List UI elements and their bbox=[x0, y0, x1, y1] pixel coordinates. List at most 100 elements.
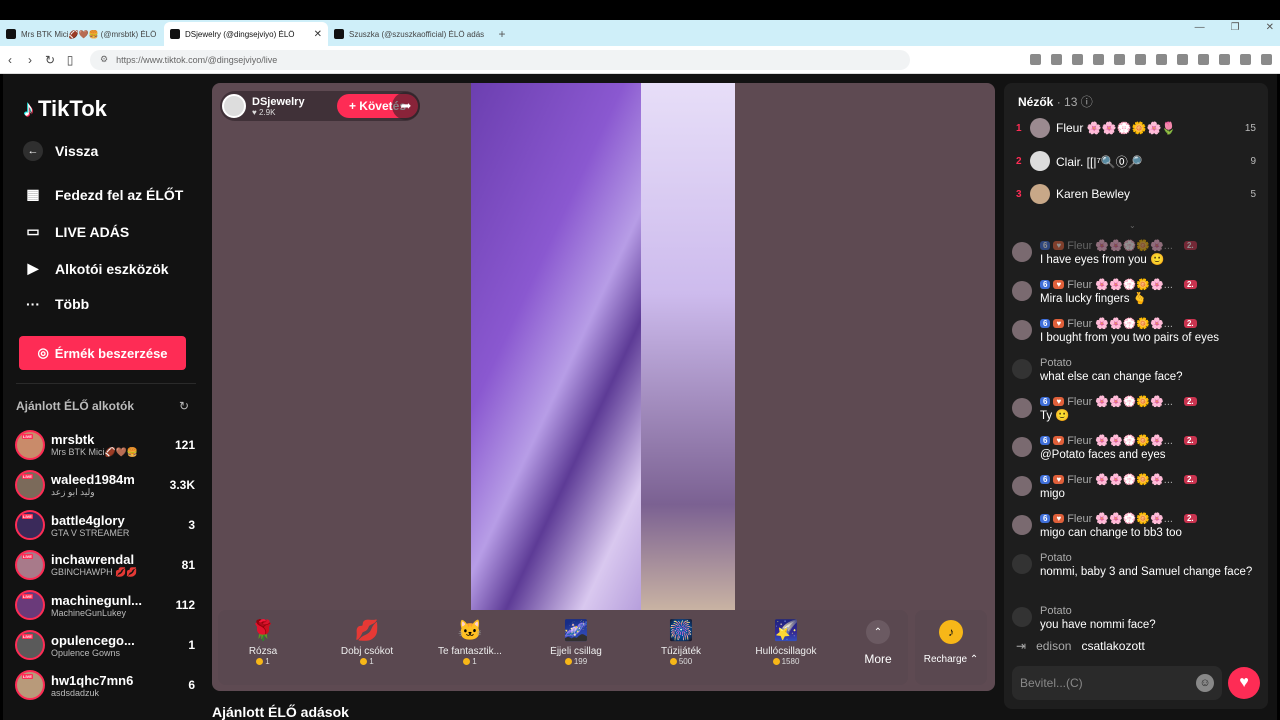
sidebar-item-live[interactable]: ▭ LIVE ADÁS bbox=[23, 223, 129, 240]
avatar[interactable] bbox=[1012, 515, 1032, 535]
extension-icon[interactable] bbox=[1156, 54, 1167, 65]
coin-icon bbox=[772, 658, 780, 666]
avatar[interactable] bbox=[1012, 320, 1032, 340]
joined-user[interactable]: edison bbox=[1036, 639, 1071, 653]
sidebar-item-more[interactable]: ··· Több bbox=[23, 296, 89, 312]
forward-icon[interactable]: › bbox=[20, 53, 40, 67]
extension-icon[interactable] bbox=[1093, 54, 1104, 65]
author-name[interactable]: Fleur 🌸🌸💮🌼🌸... bbox=[1067, 434, 1173, 447]
avatar[interactable] bbox=[1012, 554, 1032, 574]
get-coins-button[interactable]: ◎ Érmék beszerzése bbox=[19, 336, 186, 370]
gift-item[interactable]: 💋 Dobj csókot 1 bbox=[322, 610, 412, 685]
creator-item[interactable]: LIVE battle4glory GTA V STREAMER 3 bbox=[15, 507, 195, 543]
top-viewer[interactable]: 1 Fleur 🌸🌸💮🌼🌸🌷 15 bbox=[1016, 116, 1256, 140]
minimize-icon[interactable]: — bbox=[1195, 22, 1205, 33]
live-stream-video[interactable] bbox=[471, 83, 735, 610]
avatar[interactable] bbox=[1012, 359, 1032, 379]
avatar[interactable] bbox=[1012, 281, 1032, 301]
camera-icon: ▭ bbox=[26, 223, 40, 239]
gift-name: Éjjeli csillag bbox=[550, 646, 602, 657]
chat-panel: Nézők · 13 ⓘ 1 Fleur 🌸🌸💮🌼🌸🌷 15 2 Clair. … bbox=[1004, 83, 1268, 709]
message-author: Potato bbox=[1040, 355, 1254, 370]
extension-icon[interactable] bbox=[1072, 54, 1083, 65]
host-name[interactable]: DSjewelry bbox=[252, 96, 305, 108]
new-tab-button[interactable]: + bbox=[492, 22, 512, 46]
creator-item[interactable]: LIVE hw1qhc7mn6 asdsdadzuk 6 bbox=[15, 667, 195, 703]
creator-name: waleed1984m bbox=[51, 472, 135, 487]
creator-name: mrsbtk bbox=[51, 432, 95, 447]
avatar[interactable] bbox=[1012, 476, 1032, 496]
avatar[interactable] bbox=[1012, 398, 1032, 418]
avatar[interactable] bbox=[1012, 242, 1032, 262]
avatar[interactable] bbox=[222, 94, 246, 118]
info-icon[interactable]: ⓘ bbox=[1081, 95, 1093, 109]
extension-icon[interactable] bbox=[1198, 54, 1209, 65]
url-field[interactable]: ⚙ https://www.tiktok.com/@dingsejviyo/li… bbox=[90, 49, 910, 70]
sidebar-item-creator-tools[interactable]: ▶ Alkotói eszközök bbox=[23, 260, 169, 277]
top-viewer[interactable]: 2 Clair. [[|⁷🔍⓪🔎 9 bbox=[1016, 149, 1256, 173]
back-link[interactable]: ← Vissza bbox=[23, 141, 98, 161]
browser-tab-2[interactable]: DSjewelry (@dingsejviyo) ÉLŐ ✕ bbox=[164, 22, 328, 46]
extension-icon[interactable] bbox=[1051, 54, 1062, 65]
close-window-icon[interactable]: ✕ bbox=[1266, 22, 1274, 33]
browser-tab-3[interactable]: Szuszka (@szuszkaofficial) ÉLŐ adás bbox=[328, 22, 492, 46]
extension-icon[interactable] bbox=[1030, 54, 1041, 65]
like-heart-button[interactable]: ♥ bbox=[1228, 667, 1260, 699]
creator-item[interactable]: LIVE opulencego... Opulence Gowns 1 bbox=[15, 627, 195, 663]
refresh-icon[interactable]: ↻ bbox=[179, 399, 189, 413]
bookmark-icon[interactable]: ▯ bbox=[60, 53, 80, 67]
tiktok-coin-icon: ♪ bbox=[939, 620, 963, 644]
extension-icon[interactable] bbox=[1240, 54, 1251, 65]
creator-item[interactable]: LIVE mrsbtk Mrs BTK Mici🏈🤎🍔 121 bbox=[15, 427, 195, 463]
chat-input[interactable]: Bevitel...(C) ☺ bbox=[1012, 666, 1222, 700]
recharge-button[interactable]: ♪ Recharge ⌃ bbox=[915, 610, 987, 685]
creator-name: opulencego... bbox=[51, 632, 135, 648]
extension-icon[interactable] bbox=[1114, 54, 1125, 65]
maximize-icon[interactable]: ❐ bbox=[1231, 22, 1240, 33]
site-settings-icon[interactable]: ⚙ bbox=[100, 54, 108, 65]
author-name[interactable]: Fleur 🌸🌸💮🌼🌸... bbox=[1067, 473, 1173, 486]
avatar bbox=[1030, 151, 1050, 171]
share-icon[interactable]: ➦ bbox=[392, 92, 420, 120]
extension-icon[interactable] bbox=[1177, 54, 1188, 65]
tiktok-logo[interactable]: ♪ TikTok bbox=[23, 96, 107, 122]
rank-badge: 2. bbox=[1183, 319, 1197, 328]
author-name[interactable]: Fleur 🌸🌸💮🌼🌸... bbox=[1067, 278, 1173, 291]
gift-item[interactable]: 🌹 Rózsa 1 bbox=[218, 610, 308, 685]
gift-item[interactable]: 🌠 Hullócsillagok 1580 bbox=[741, 610, 831, 685]
more-gifts-button[interactable]: ⌃ More bbox=[858, 620, 898, 666]
author-name[interactable]: Fleur 🌸🌸💮🌼🌸... bbox=[1067, 317, 1173, 330]
close-tab-icon[interactable]: ✕ bbox=[314, 29, 322, 40]
creator-name: machinegunl... bbox=[51, 592, 143, 608]
gift-item[interactable]: 🐱 Te fantasztik... 1 bbox=[425, 610, 515, 685]
chevron-down-icon[interactable]: ⌄ bbox=[1129, 221, 1136, 230]
avatar[interactable] bbox=[1012, 437, 1032, 457]
author-name[interactable]: Fleur 🌸🌸💮🌼🌸... bbox=[1067, 239, 1173, 252]
gift-item[interactable]: 🌌 Éjjeli csillag 199 bbox=[531, 610, 621, 685]
browser-tab-1[interactable]: Mrs BTK Mici🏈🤎🍔 (@mrsbtk) ÉLŐ bbox=[0, 22, 164, 46]
reload-icon[interactable]: ↻ bbox=[40, 53, 60, 67]
author-name[interactable]: Fleur 🌸🌸💮🌼🌸... bbox=[1067, 395, 1173, 408]
author-name[interactable]: Potato bbox=[1040, 605, 1072, 617]
avatar: LIVE bbox=[15, 430, 45, 460]
emoji-icon[interactable]: ☺ bbox=[1196, 674, 1214, 692]
author-name[interactable]: Potato bbox=[1040, 357, 1072, 369]
sidebar-item-explore-live[interactable]: ▦ Fedezd fel az ÉLŐT bbox=[23, 186, 183, 203]
menu-icon[interactable] bbox=[1261, 54, 1272, 65]
extension-icon[interactable] bbox=[1219, 54, 1230, 65]
avatar bbox=[1030, 118, 1050, 138]
get-coins-label: Érmék beszerzése bbox=[54, 345, 168, 361]
gift-item[interactable]: 🎆 Tűzijáték 500 bbox=[636, 610, 726, 685]
creator-item[interactable]: LIVE inchawrendal GBINCHAWPH 💋💋 81 bbox=[15, 547, 195, 583]
author-name[interactable]: Fleur 🌸🌸💮🌼🌸... bbox=[1067, 512, 1173, 525]
host-info-pill: DSjewelry ♥ 2.9K + Követés bbox=[220, 91, 420, 121]
creator-item[interactable]: LIVE machinegunl... MachineGunLukey 112 bbox=[15, 587, 195, 623]
creator-item[interactable]: LIVE waleed1984m وليد ابو زعد 3.3K bbox=[15, 467, 195, 503]
sidebar: ♪ TikTok ← Vissza ▦ Fedezd fel az ÉLŐT ▭… bbox=[3, 74, 203, 720]
extension-icon[interactable] bbox=[1135, 54, 1146, 65]
author-name[interactable]: Potato bbox=[1040, 552, 1072, 564]
creator-name: hw1qhc7mn6 bbox=[51, 672, 134, 688]
back-icon[interactable]: ‹ bbox=[0, 53, 20, 67]
avatar[interactable] bbox=[1012, 607, 1032, 627]
top-viewer[interactable]: 3 Karen Bewley 5 bbox=[1016, 182, 1256, 206]
